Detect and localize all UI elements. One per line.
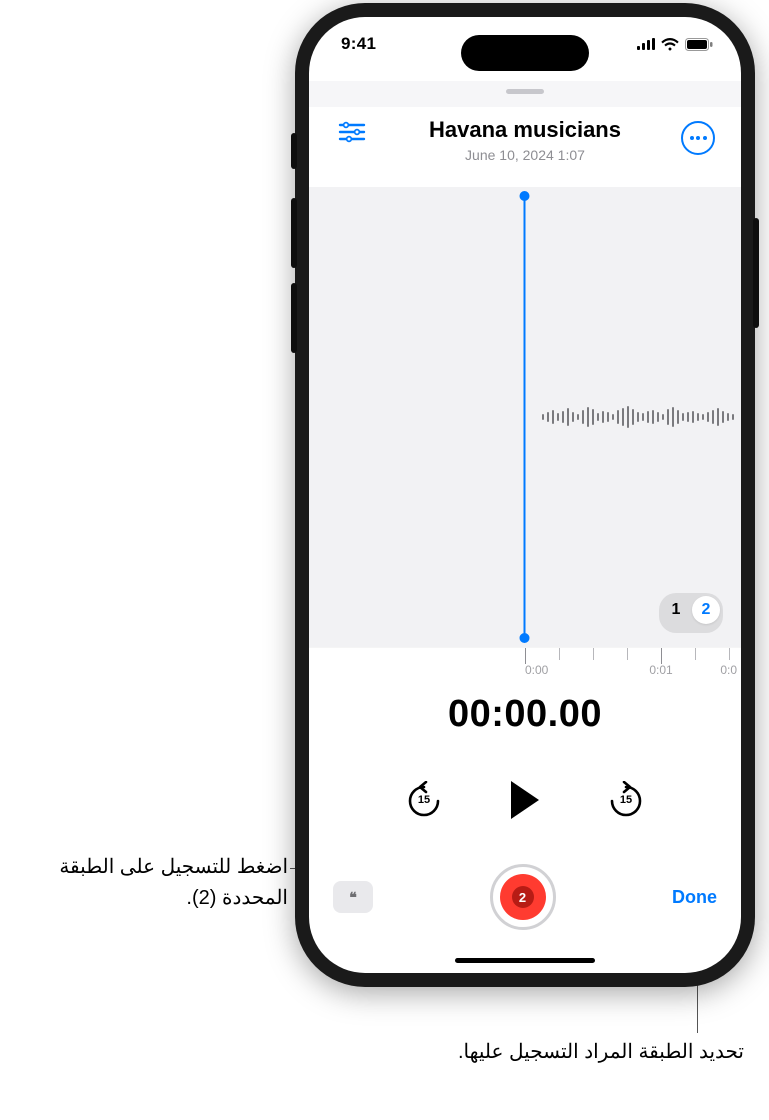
wifi-icon	[661, 38, 679, 51]
callout-record: اضغط للتسجيل على الطبقة المحددة (2).	[30, 852, 288, 914]
sheet-grabber[interactable]	[506, 89, 544, 94]
recording-header: Havana musicians June 10, 2024 1:07	[309, 107, 741, 197]
timeline-label-0: 0:00	[525, 663, 548, 677]
playback-settings-button[interactable]	[338, 121, 366, 143]
sheet-grabber-area	[309, 81, 741, 108]
record-icon: 2	[500, 874, 546, 920]
record-button[interactable]: 2	[490, 864, 556, 930]
layer-selector[interactable]: 1 2	[659, 593, 723, 633]
phone-frame: 9:41	[295, 3, 755, 987]
phone-side-button	[753, 218, 759, 328]
playhead-line	[524, 195, 526, 639]
home-indicator[interactable]	[455, 958, 595, 963]
phone-volume-up	[291, 198, 297, 268]
skip-back-button[interactable]: 15	[404, 780, 444, 820]
more-icon	[690, 136, 707, 140]
skip-forward-button[interactable]: 15	[606, 780, 646, 820]
notch	[461, 35, 589, 71]
layer-option-2[interactable]: 2	[692, 596, 720, 624]
done-button[interactable]: Done	[672, 887, 717, 908]
timeline-ruler[interactable]: 0:00 0:01 0:0	[309, 647, 741, 684]
playhead-handle-top[interactable]	[520, 191, 530, 201]
phone-mute-switch	[291, 133, 297, 169]
cellular-icon	[637, 38, 655, 50]
bottom-bar: ❝ 2 Done	[309, 857, 741, 937]
skip-back-amount: 15	[418, 794, 430, 806]
playback-controls: 15 15	[309, 765, 741, 835]
skip-forward-amount: 15	[620, 794, 632, 806]
play-button[interactable]	[498, 773, 552, 827]
record-layer-badge: 2	[512, 886, 534, 908]
timeline-label-2: 0:0	[720, 663, 741, 677]
waveform-bars	[542, 404, 741, 430]
playhead-handle-bottom[interactable]	[520, 633, 530, 643]
waveform-area[interactable]: 1 2	[309, 187, 741, 647]
more-options-button[interactable]	[681, 121, 715, 155]
quote-icon: ❝	[349, 889, 357, 906]
battery-icon	[685, 38, 713, 51]
timeline-label-1: 0:01	[649, 663, 672, 677]
elapsed-time: 00:00.00	[309, 693, 741, 736]
phone-volume-down	[291, 283, 297, 353]
transcript-button[interactable]: ❝	[333, 881, 373, 913]
layer-option-1[interactable]: 1	[662, 596, 690, 624]
recording-subtitle: June 10, 2024 1:07	[375, 147, 675, 163]
status-time: 9:41	[341, 34, 376, 54]
recording-title[interactable]: Havana musicians	[375, 117, 675, 143]
callout-layer: تحديد الطبقة المراد التسجيل عليها.	[426, 1037, 744, 1068]
